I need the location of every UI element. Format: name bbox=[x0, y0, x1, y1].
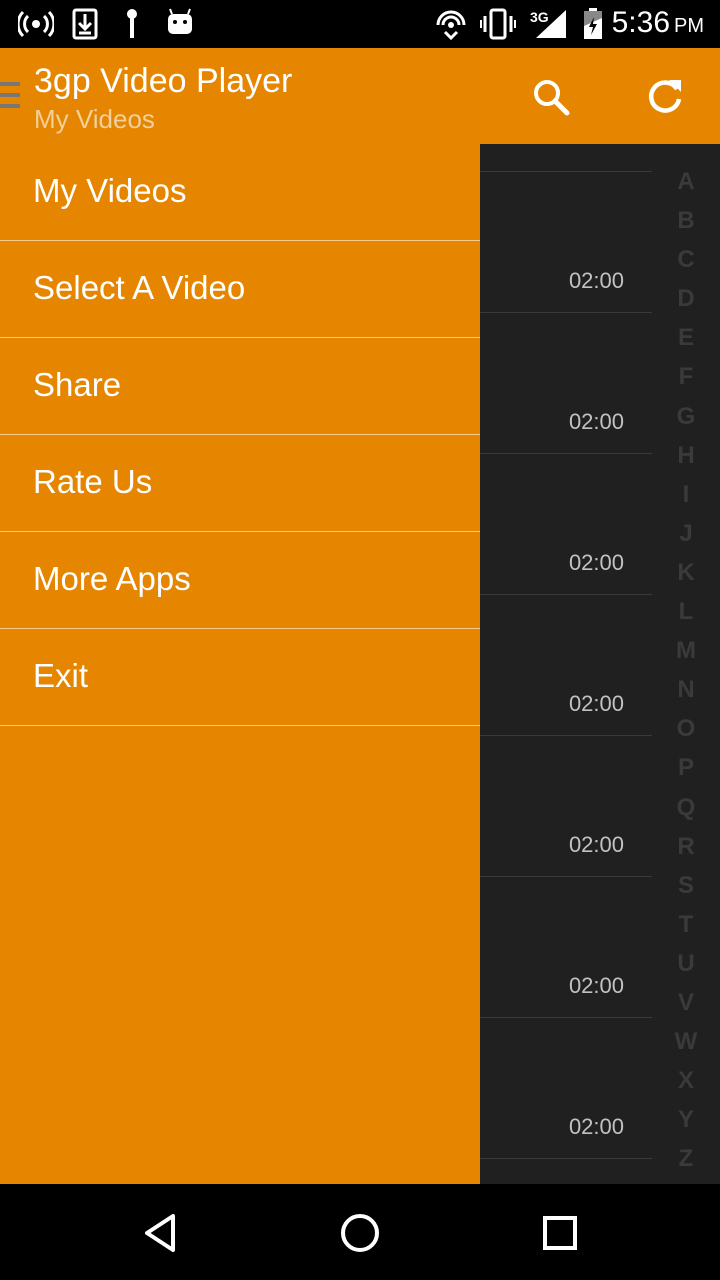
list-divider bbox=[480, 1158, 652, 1159]
alphabet-index-letter[interactable]: O bbox=[658, 709, 714, 748]
menu-icon[interactable] bbox=[0, 82, 20, 112]
android-icon bbox=[168, 8, 192, 34]
alphabet-index-letter[interactable]: Y bbox=[658, 1100, 714, 1139]
app-subtitle: My Videos bbox=[34, 104, 155, 134]
microphone-icon bbox=[127, 9, 137, 38]
recents-icon[interactable] bbox=[535, 1208, 585, 1258]
alphabet-index-letter[interactable]: S bbox=[658, 866, 714, 905]
alphabet-index-letter[interactable]: G bbox=[658, 397, 714, 436]
drawer-item-share[interactable]: Share bbox=[0, 338, 480, 435]
refresh-icon[interactable] bbox=[644, 76, 686, 118]
clock-ampm: PM bbox=[674, 15, 704, 37]
drawer-item-label: More Apps bbox=[33, 560, 191, 597]
alphabet-index-letter[interactable]: H bbox=[658, 436, 714, 475]
cast-icon bbox=[436, 10, 466, 40]
home-icon[interactable] bbox=[335, 1208, 385, 1258]
alphabet-index-letter[interactable]: V bbox=[658, 983, 714, 1022]
alphabet-index-letter[interactable]: J bbox=[658, 514, 714, 553]
alphabet-index-letter[interactable]: N bbox=[658, 670, 714, 709]
drawer-item-select-video[interactable]: Select A Video bbox=[0, 241, 480, 338]
alphabet-index-letter[interactable]: B bbox=[658, 201, 714, 240]
app-title: 3gp Video Player bbox=[34, 62, 293, 100]
back-icon[interactable] bbox=[135, 1208, 185, 1258]
search-icon[interactable] bbox=[530, 76, 572, 118]
alphabet-index-letter[interactable]: L bbox=[658, 592, 714, 631]
alphabet-index-letter[interactable]: P bbox=[658, 748, 714, 787]
alphabet-index-letter[interactable]: Q bbox=[658, 788, 714, 827]
drawer-item-label: Share bbox=[33, 366, 122, 403]
signal-icon bbox=[536, 10, 566, 38]
video-duration: 02:00 bbox=[568, 832, 624, 857]
alphabet-index-letter[interactable]: U bbox=[658, 944, 714, 983]
alphabet-index-letter[interactable]: M bbox=[658, 631, 714, 670]
clock-time: 5:36 bbox=[611, 6, 670, 39]
alphabet-index-letter[interactable]: A bbox=[658, 162, 714, 201]
vibrate-icon bbox=[480, 8, 516, 40]
system-navigation-bar bbox=[0, 1184, 720, 1280]
video-duration: 02:00 bbox=[568, 268, 624, 293]
status-bar: 3G 5:36 PM bbox=[0, 0, 720, 48]
video-duration: 02:00 bbox=[568, 409, 624, 434]
alphabet-index-letter[interactable]: W bbox=[658, 1022, 714, 1061]
video-duration: 02:00 bbox=[568, 691, 624, 716]
video-row[interactable]: 02:00 bbox=[480, 876, 652, 1017]
video-row[interactable]: 02:00 bbox=[480, 453, 652, 594]
alphabet-index-letter[interactable]: E bbox=[658, 318, 714, 357]
drawer-item-label: My Videos bbox=[33, 172, 187, 209]
alphabet-index-letter[interactable]: R bbox=[658, 827, 714, 866]
video-duration: 02:00 bbox=[568, 1114, 624, 1139]
drawer-item-more-apps[interactable]: More Apps bbox=[0, 532, 480, 629]
video-row[interactable]: 02:00 bbox=[480, 1017, 652, 1158]
video-row[interactable]: 02:00 bbox=[480, 594, 652, 735]
alphabet-index-letter[interactable]: C bbox=[658, 240, 714, 279]
drawer-item-rate-us[interactable]: Rate Us bbox=[0, 435, 480, 532]
hotspot-icon bbox=[18, 10, 54, 38]
video-duration: 02:00 bbox=[568, 973, 624, 998]
clock: 5:36 PM bbox=[612, 6, 704, 40]
alphabet-index-letter[interactable]: I bbox=[658, 475, 714, 514]
video-duration: 02:00 bbox=[568, 550, 624, 575]
drawer-item-label: Select A Video bbox=[33, 269, 246, 306]
alphabet-index-letter[interactable]: K bbox=[658, 553, 714, 592]
download-icon bbox=[72, 8, 98, 40]
alphabet-index-letter[interactable]: Z bbox=[658, 1139, 714, 1178]
video-row[interactable]: 02:00 bbox=[480, 171, 652, 312]
video-row[interactable]: 02:00 bbox=[480, 312, 652, 453]
drawer-item-label: Rate Us bbox=[33, 463, 153, 500]
drawer-item-label: Exit bbox=[33, 657, 89, 694]
alphabet-index[interactable]: ABCDEFGHIJKLMNOPQRSTUVWXYZ bbox=[658, 162, 714, 1178]
battery-icon bbox=[584, 8, 602, 39]
navigation-drawer: My Videos Select A Video Share Rate Us M… bbox=[0, 144, 480, 1184]
alphabet-index-letter[interactable]: X bbox=[658, 1061, 714, 1100]
alphabet-index-letter[interactable]: T bbox=[658, 905, 714, 944]
drawer-item-exit[interactable]: Exit bbox=[0, 629, 480, 726]
drawer-item-my-videos[interactable]: My Videos bbox=[0, 144, 480, 241]
video-row[interactable]: 02:00 bbox=[480, 735, 652, 876]
alphabet-index-letter[interactable]: F bbox=[658, 357, 714, 396]
alphabet-index-letter[interactable]: D bbox=[658, 279, 714, 318]
